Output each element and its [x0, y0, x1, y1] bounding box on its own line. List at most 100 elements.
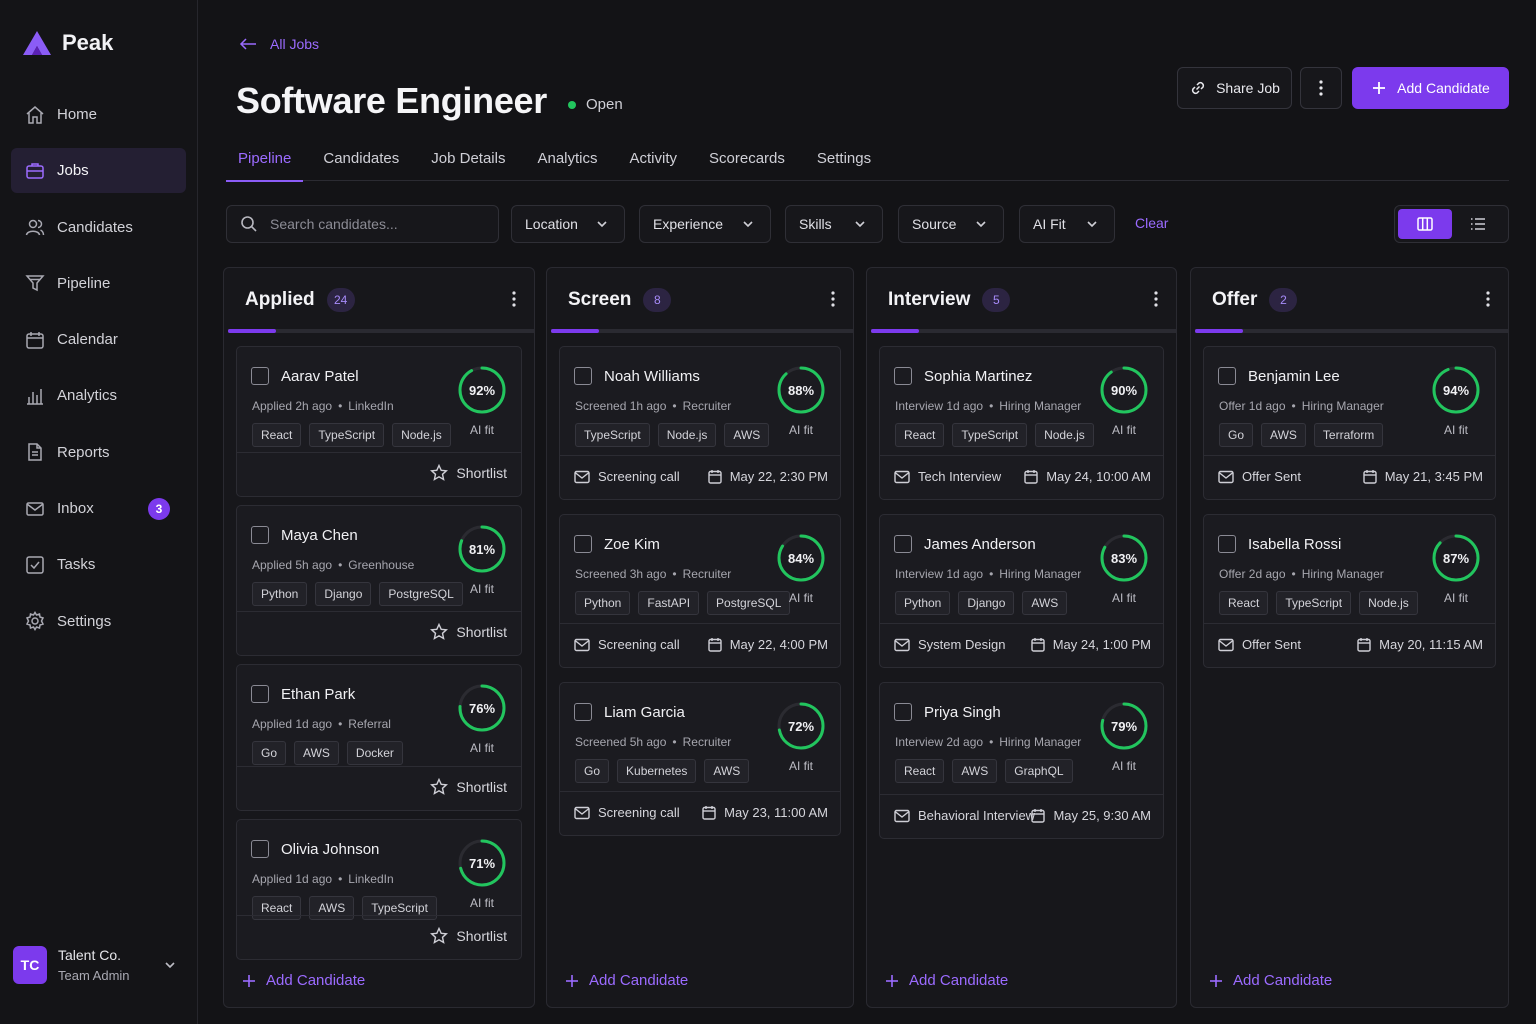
back-link[interactable]: All Jobs	[238, 36, 319, 52]
select-checkbox[interactable]	[1218, 535, 1236, 553]
scheduled-event[interactable]: Offer Sent	[1218, 469, 1301, 484]
candidate-card[interactable]: Isabella Rossi Offer 2d ago • Hiring Manage…	[1203, 514, 1496, 668]
tab-settings[interactable]: Settings	[805, 140, 883, 181]
column-menu-button[interactable]	[1486, 291, 1490, 307]
app-logo[interactable]: Peak	[22, 30, 113, 56]
skill-tags: Go Kubernetes AWS	[575, 759, 750, 783]
select-checkbox[interactable]	[894, 367, 912, 385]
tab-candidates[interactable]: Candidates	[311, 140, 411, 181]
candidate-card[interactable]: Ethan Park Applied 1d ago • Referral Go AWS Do…	[236, 664, 522, 811]
org-switcher[interactable]: TC Talent Co. Team Admin	[13, 946, 183, 984]
scheduled-event[interactable]: Screening call	[574, 805, 680, 820]
sidebar-item-candidates[interactable]: Candidates	[11, 205, 186, 250]
candidate-meta: Offer 2d ago • Hiring Manager	[1219, 567, 1384, 581]
tab-activity[interactable]: Activity	[618, 140, 690, 181]
candidate-source: Hiring Manager	[999, 567, 1082, 581]
skill-tag: Django	[958, 591, 1015, 615]
sidebar-item-pipeline[interactable]: Pipeline	[11, 261, 186, 306]
share-job-button[interactable]: Share Job	[1177, 67, 1292, 109]
scheduled-event[interactable]: Tech Interview	[894, 469, 1001, 484]
board-view-button[interactable]	[1398, 209, 1452, 239]
ai-fit-percent: 92%	[468, 382, 496, 398]
select-checkbox[interactable]	[251, 526, 269, 544]
source-filter[interactable]: Source	[898, 205, 1004, 243]
sidebar-item-jobs[interactable]: Jobs	[11, 148, 186, 194]
experience-filter[interactable]: Experience	[639, 205, 771, 243]
column-add-candidate-button[interactable]: Add Candidate	[565, 972, 688, 989]
candidate-name[interactable]: Priya Singh	[924, 704, 1001, 721]
ai-fit-filter[interactable]: AI Fit	[1019, 205, 1115, 243]
candidate-name[interactable]: Olivia Johnson	[281, 841, 379, 858]
select-checkbox[interactable]	[894, 703, 912, 721]
peak-logo-icon	[22, 30, 52, 56]
candidate-name[interactable]: James Anderson	[924, 536, 1036, 553]
tab-job-details[interactable]: Job Details	[419, 140, 517, 181]
candidate-name[interactable]: Zoe Kim	[604, 536, 660, 553]
ai-fit-label: AI fit	[469, 741, 494, 755]
candidate-name[interactable]: Noah Williams	[604, 368, 700, 385]
select-checkbox[interactable]	[574, 703, 592, 721]
candidate-card[interactable]: James Anderson Interview 1d ago • Hiring Ma…	[879, 514, 1164, 668]
candidate-name[interactable]: Aarav Patel	[281, 368, 359, 385]
tab-pipeline[interactable]: Pipeline	[226, 140, 304, 182]
sidebar-item-calendar[interactable]: Calendar	[11, 317, 186, 362]
shortlist-button[interactable]: Shortlist	[430, 778, 507, 796]
shortlist-button[interactable]: Shortlist	[430, 927, 507, 945]
clear-filters-link[interactable]: Clear	[1135, 215, 1168, 231]
select-checkbox[interactable]	[251, 685, 269, 703]
shortlist-button[interactable]: Shortlist	[430, 464, 507, 482]
candidate-name[interactable]: Liam Garcia	[604, 704, 685, 721]
candidate-card[interactable]: Maya Chen Applied 5h ago • Greenhouse Python…	[236, 505, 522, 656]
select-checkbox[interactable]	[251, 840, 269, 858]
sidebar-item-settings[interactable]: Settings	[11, 599, 186, 644]
tab-analytics[interactable]: Analytics	[525, 140, 609, 181]
candidate-name[interactable]: Isabella Rossi	[1248, 536, 1341, 553]
select-checkbox[interactable]	[574, 535, 592, 553]
candidate-card[interactable]: Olivia Johnson Applied 1d ago • LinkedIn Rea…	[236, 819, 522, 960]
sidebar-item-inbox[interactable]: Inbox 3	[11, 486, 186, 531]
ai-fit-percent: 72%	[787, 718, 815, 734]
select-checkbox[interactable]	[1218, 367, 1236, 385]
location-filter[interactable]: Location	[511, 205, 625, 243]
candidate-name[interactable]: Benjamin Lee	[1248, 368, 1340, 385]
shortlist-button[interactable]: Shortlist	[430, 623, 507, 641]
add-candidate-button[interactable]: Add Candidate	[1352, 67, 1509, 109]
candidate-card[interactable]: Sophia Martinez Interview 1d ago • Hiring M…	[879, 346, 1164, 500]
column-menu-button[interactable]	[831, 291, 835, 307]
column-header: Interview 5	[888, 288, 1011, 312]
more-actions-button[interactable]	[1300, 67, 1342, 109]
scheduled-event[interactable]: Screening call	[574, 469, 680, 484]
column-add-candidate-button[interactable]: Add Candidate	[242, 972, 365, 989]
candidate-card[interactable]: Liam Garcia Screened 5h ago • Recruiter Go Ku…	[559, 682, 841, 836]
candidate-card[interactable]: Aarav Patel Applied 2h ago • LinkedIn React T…	[236, 346, 522, 497]
sidebar-item-tasks[interactable]: Tasks	[11, 542, 186, 587]
skills-filter[interactable]: Skills	[785, 205, 883, 243]
candidate-name[interactable]: Maya Chen	[281, 527, 358, 544]
select-checkbox[interactable]	[574, 367, 592, 385]
scheduled-event[interactable]: Offer Sent	[1218, 637, 1301, 652]
candidate-card[interactable]: Priya Singh Interview 2d ago • Hiring Manag…	[879, 682, 1164, 839]
sidebar-item-reports[interactable]: Reports	[11, 430, 186, 475]
candidate-name[interactable]: Sophia Martinez	[924, 368, 1032, 385]
column-menu-button[interactable]	[1154, 291, 1158, 307]
list-view-button[interactable]	[1452, 209, 1506, 239]
column-add-candidate-button[interactable]: Add Candidate	[1209, 972, 1332, 989]
candidate-card[interactable]: Noah Williams Screened 1h ago • Recruiter Ty…	[559, 346, 841, 500]
ai-fit-percent: 81%	[468, 541, 496, 557]
select-checkbox[interactable]	[251, 367, 269, 385]
column-menu-button[interactable]	[512, 291, 516, 307]
scheduled-event[interactable]: System Design	[894, 637, 1005, 652]
scheduled-event[interactable]: Behavioral Interview	[894, 808, 1035, 823]
scheduled-event[interactable]: Screening call	[574, 637, 680, 652]
candidate-card[interactable]: Benjamin Lee Offer 1d ago • Hiring Manager G…	[1203, 346, 1496, 500]
plus-icon	[565, 974, 579, 988]
column-add-candidate-button[interactable]: Add Candidate	[885, 972, 1008, 989]
candidate-name[interactable]: Ethan Park	[281, 686, 355, 703]
candidate-card[interactable]: Zoe Kim Screened 3h ago • Recruiter Python Fa…	[559, 514, 841, 668]
tab-scorecards[interactable]: Scorecards	[697, 140, 797, 181]
event-date-label: May 24, 10:00 AM	[1046, 469, 1151, 484]
select-checkbox[interactable]	[894, 535, 912, 553]
search-input[interactable]	[270, 216, 480, 232]
sidebar-item-analytics[interactable]: Analytics	[11, 373, 186, 418]
sidebar-item-home[interactable]: Home	[11, 92, 186, 137]
